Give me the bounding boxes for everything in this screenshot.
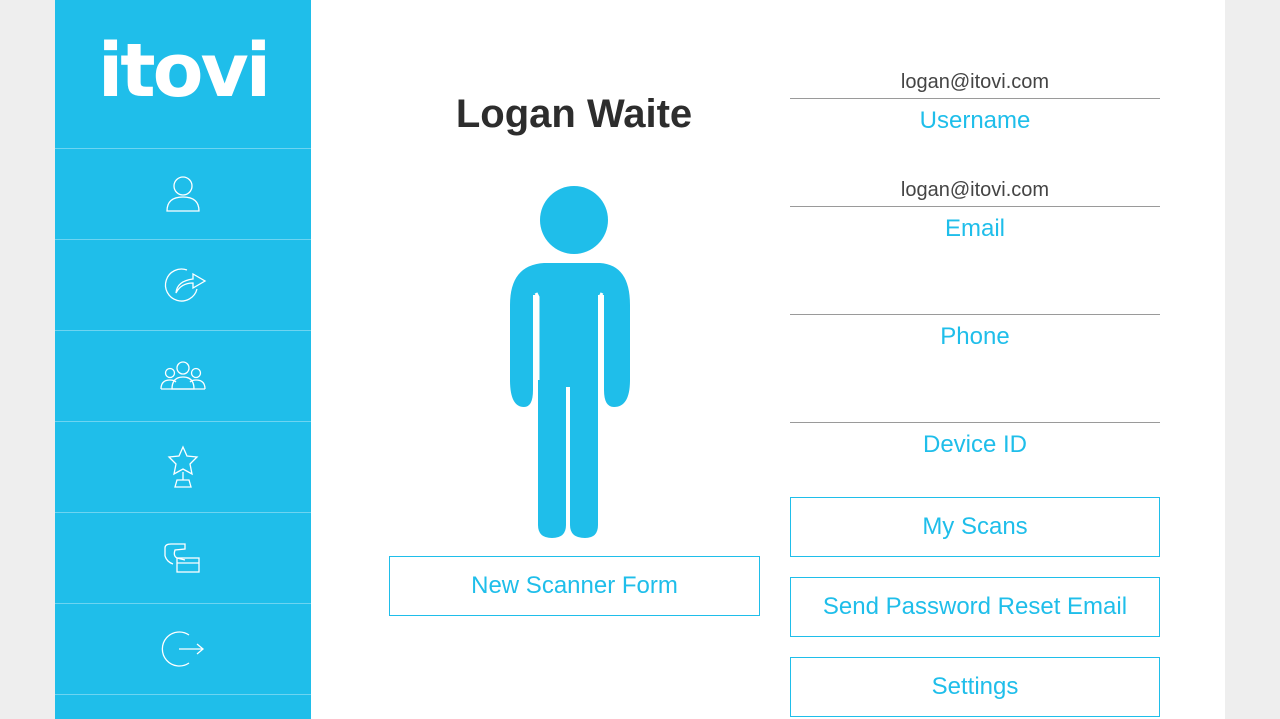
group-icon: [160, 361, 206, 390]
app-window: itovi Logan Waite New Scanner Form logan…: [55, 0, 1225, 719]
sidebar-item-profile[interactable]: [55, 149, 311, 240]
new-scanner-form-button[interactable]: New Scanner Form: [389, 556, 760, 616]
email-label: Email: [944, 215, 1005, 242]
payment-icon: [164, 543, 200, 573]
email-underline: [790, 206, 1160, 207]
sidebar-item-awards[interactable]: [55, 422, 311, 513]
sidebar-item-payments[interactable]: [55, 513, 311, 604]
username-value[interactable]: logan@itovi.com: [790, 71, 1160, 94]
logo: itovi: [55, 0, 311, 149]
username-underline: [790, 98, 1160, 99]
sidebar-item-team[interactable]: [55, 331, 311, 422]
phone-underline: [790, 314, 1160, 315]
sidebar-item-share[interactable]: [55, 240, 311, 331]
logout-icon: [161, 631, 205, 667]
avatar: [510, 186, 630, 538]
logo-text: itovi: [97, 28, 271, 114]
sidebar: itovi: [55, 0, 311, 719]
sidebar-item-logout[interactable]: [55, 604, 311, 695]
settings-button[interactable]: Settings: [790, 657, 1160, 717]
share-icon: [164, 268, 207, 302]
phone-label: Phone: [940, 323, 1010, 350]
profile-name: Logan Waite: [455, 92, 693, 136]
device-id-underline: [790, 422, 1160, 423]
user-icon: [166, 176, 200, 212]
award-icon: [167, 445, 199, 488]
send-password-reset-button[interactable]: Send Password Reset Email: [790, 577, 1160, 637]
username-label: Username: [919, 107, 1031, 134]
device-id-label: Device ID: [922, 431, 1028, 458]
my-scans-button[interactable]: My Scans: [790, 497, 1160, 557]
email-value[interactable]: logan@itovi.com: [790, 179, 1160, 202]
